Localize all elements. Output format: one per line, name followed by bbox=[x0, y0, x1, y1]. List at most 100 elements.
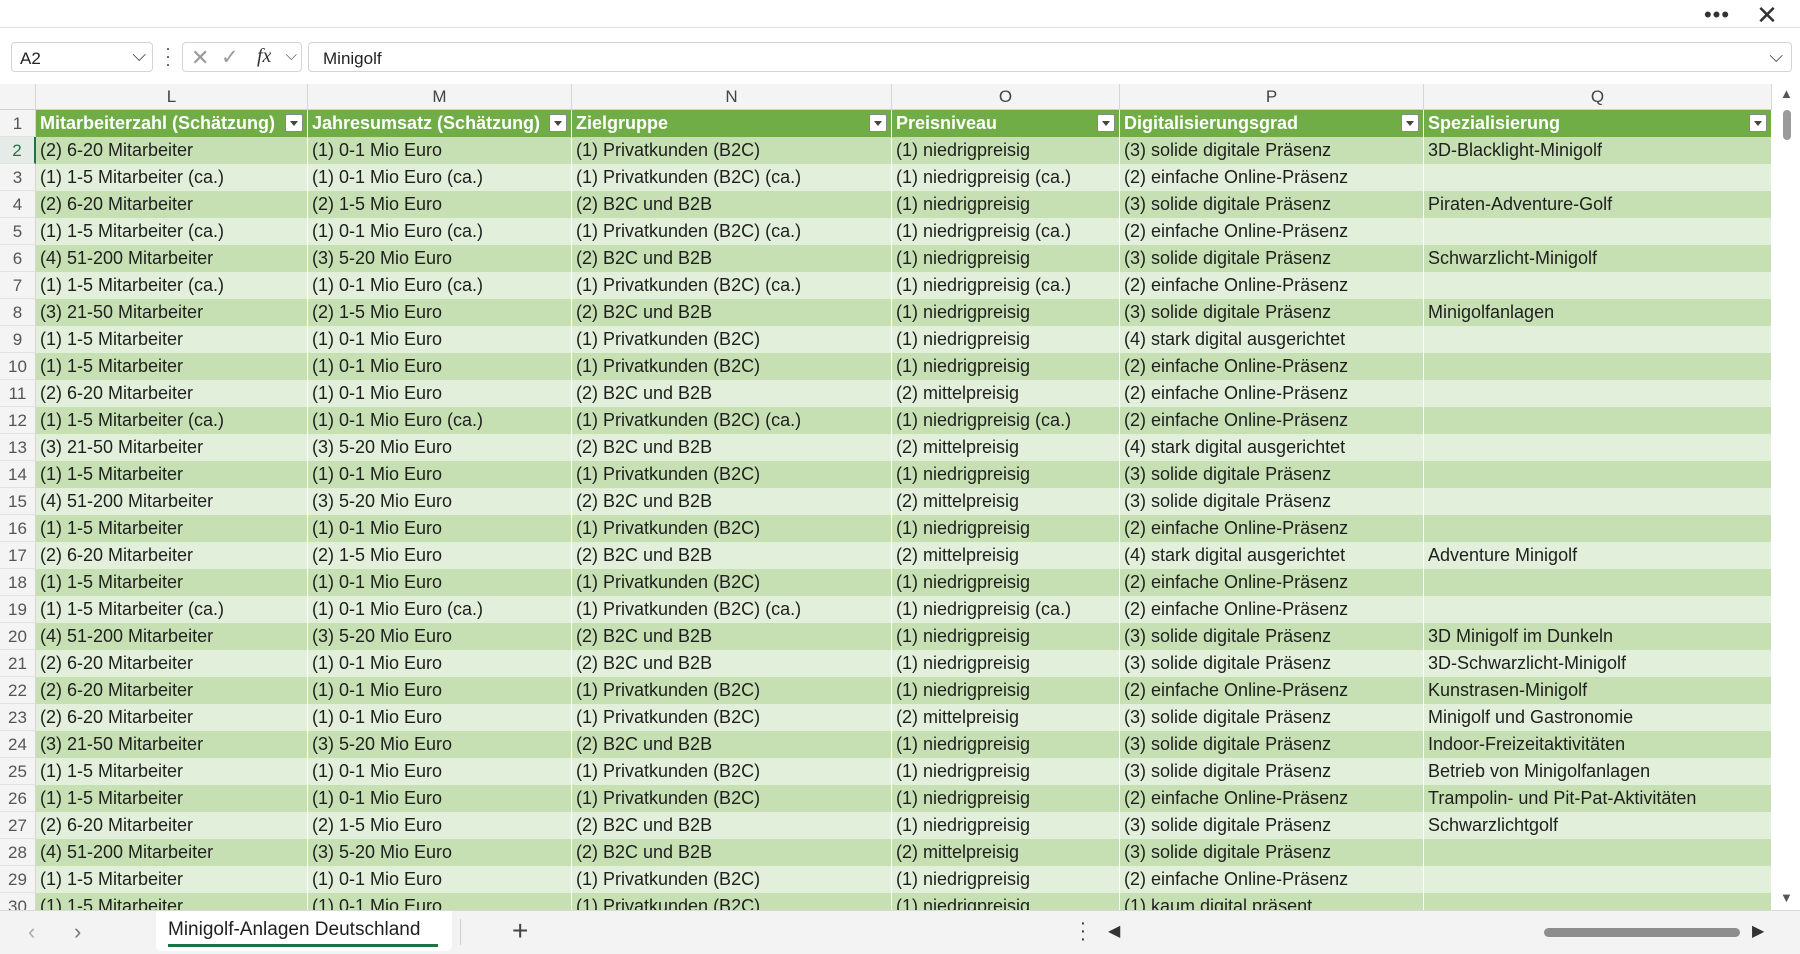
table-cell[interactable]: Minigolf und Gastronomie bbox=[1424, 704, 1772, 731]
table-cell[interactable]: (1) 0-1 Mio Euro bbox=[308, 785, 572, 812]
table-cell[interactable]: (2) B2C und B2B bbox=[572, 380, 892, 407]
formula-input[interactable]: Minigolf ⌵ bbox=[308, 42, 1792, 72]
column-title[interactable]: Preisniveau bbox=[892, 110, 1120, 137]
filter-dropdown-icon[interactable] bbox=[1401, 114, 1419, 132]
table-cell[interactable]: (1) 0-1 Mio Euro bbox=[308, 866, 572, 893]
row-header[interactable]: 22 bbox=[0, 677, 36, 704]
column-header-p[interactable]: P bbox=[1120, 84, 1424, 110]
filter-dropdown-icon[interactable] bbox=[869, 114, 887, 132]
table-cell[interactable]: (1) niedrigpreisig (ca.) bbox=[892, 407, 1120, 434]
row-header[interactable]: 1 bbox=[0, 110, 36, 137]
table-cell[interactable]: (4) 51-200 Mitarbeiter bbox=[36, 488, 308, 515]
scroll-right-icon[interactable]: ▶ bbox=[1752, 921, 1764, 941]
row-header[interactable]: 25 bbox=[0, 758, 36, 785]
table-cell[interactable]: (1) 0-1 Mio Euro (ca.) bbox=[308, 596, 572, 623]
filter-dropdown-icon[interactable] bbox=[549, 114, 567, 132]
table-cell[interactable]: (2) mittelpreisig bbox=[892, 380, 1120, 407]
table-cell[interactable]: 3D Minigolf im Dunkeln bbox=[1424, 623, 1772, 650]
table-cell[interactable]: (1) Privatkunden (B2C) bbox=[572, 677, 892, 704]
table-cell[interactable]: Betrieb von Minigolfanlagen bbox=[1424, 758, 1772, 785]
table-cell[interactable]: (3) solide digitale Präsenz bbox=[1120, 488, 1424, 515]
table-cell[interactable]: (1) Privatkunden (B2C) bbox=[572, 353, 892, 380]
table-cell[interactable]: (2) einfache Online-Präsenz bbox=[1120, 407, 1424, 434]
table-cell[interactable]: (3) 5-20 Mio Euro bbox=[308, 731, 572, 758]
table-cell[interactable]: (2) einfache Online-Präsenz bbox=[1120, 353, 1424, 380]
row-header[interactable]: 4 bbox=[0, 191, 36, 218]
table-cell[interactable]: Minigolfanlagen bbox=[1424, 299, 1772, 326]
table-cell[interactable]: (1) niedrigpreisig bbox=[892, 245, 1120, 272]
table-cell[interactable]: (1) 0-1 Mio Euro bbox=[308, 461, 572, 488]
table-cell[interactable]: (1) 0-1 Mio Euro bbox=[308, 515, 572, 542]
table-cell[interactable]: (3) solide digitale Präsenz bbox=[1120, 191, 1424, 218]
table-cell[interactable]: Piraten-Adventure-Golf bbox=[1424, 191, 1772, 218]
row-header[interactable]: 16 bbox=[0, 515, 36, 542]
table-cell[interactable]: (2) 6-20 Mitarbeiter bbox=[36, 542, 308, 569]
insert-function-icon[interactable]: fx bbox=[257, 45, 271, 68]
table-cell[interactable]: 3D-Schwarzlicht-Minigolf bbox=[1424, 650, 1772, 677]
table-cell[interactable]: (2) 6-20 Mitarbeiter bbox=[36, 704, 308, 731]
row-header[interactable]: 28 bbox=[0, 839, 36, 866]
table-cell[interactable]: (1) 1-5 Mitarbeiter bbox=[36, 758, 308, 785]
row-header[interactable]: 15 bbox=[0, 488, 36, 515]
row-header[interactable]: 19 bbox=[0, 596, 36, 623]
table-cell[interactable]: (2) 6-20 Mitarbeiter bbox=[36, 812, 308, 839]
table-cell[interactable]: (1) Privatkunden (B2C) bbox=[572, 866, 892, 893]
table-cell[interactable]: (2) 6-20 Mitarbeiter bbox=[36, 137, 308, 164]
table-cell[interactable]: (3) solide digitale Präsenz bbox=[1120, 299, 1424, 326]
row-header[interactable]: 27 bbox=[0, 812, 36, 839]
table-cell[interactable] bbox=[1424, 839, 1772, 866]
table-cell[interactable]: (1) niedrigpreisig bbox=[892, 569, 1120, 596]
row-header[interactable]: 7 bbox=[0, 272, 36, 299]
row-header[interactable]: 9 bbox=[0, 326, 36, 353]
scroll-up-icon[interactable]: ▲ bbox=[1780, 86, 1793, 101]
column-title[interactable]: Jahresumsatz (Schätzung) bbox=[308, 110, 572, 137]
row-header[interactable]: 8 bbox=[0, 299, 36, 326]
table-cell[interactable]: (2) 1-5 Mio Euro bbox=[308, 542, 572, 569]
table-cell[interactable]: (2) B2C und B2B bbox=[572, 191, 892, 218]
table-cell[interactable]: (2) einfache Online-Präsenz bbox=[1120, 677, 1424, 704]
row-header[interactable]: 14 bbox=[0, 461, 36, 488]
row-header[interactable]: 11 bbox=[0, 380, 36, 407]
table-cell[interactable]: (2) einfache Online-Präsenz bbox=[1120, 515, 1424, 542]
table-cell[interactable]: (2) einfache Online-Präsenz bbox=[1120, 380, 1424, 407]
scroll-left-icon[interactable]: ◀ bbox=[1108, 921, 1120, 941]
table-cell[interactable]: (1) niedrigpreisig (ca.) bbox=[892, 164, 1120, 191]
table-cell[interactable]: (1) niedrigpreisig bbox=[892, 137, 1120, 164]
table-cell[interactable]: (4) stark digital ausgerichtet bbox=[1120, 326, 1424, 353]
horizontal-scrollbar[interactable]: ◀ ▶ bbox=[1108, 917, 1768, 945]
row-header[interactable]: 5 bbox=[0, 218, 36, 245]
table-cell[interactable] bbox=[1424, 596, 1772, 623]
table-cell[interactable]: (2) 6-20 Mitarbeiter bbox=[36, 380, 308, 407]
table-cell[interactable]: (3) 5-20 Mio Euro bbox=[308, 434, 572, 461]
table-cell[interactable]: (1) niedrigpreisig (ca.) bbox=[892, 272, 1120, 299]
table-cell[interactable]: (2) 1-5 Mio Euro bbox=[308, 191, 572, 218]
table-cell[interactable]: (3) 5-20 Mio Euro bbox=[308, 245, 572, 272]
scroll-down-icon[interactable]: ▼ bbox=[1780, 890, 1793, 905]
table-cell[interactable]: (1) niedrigpreisig bbox=[892, 623, 1120, 650]
table-cell[interactable]: (1) Privatkunden (B2C) (ca.) bbox=[572, 272, 892, 299]
table-cell[interactable]: (1) Privatkunden (B2C) bbox=[572, 758, 892, 785]
table-cell[interactable]: (2) B2C und B2B bbox=[572, 623, 892, 650]
vertical-scrollbar[interactable]: ▲ ▼ bbox=[1774, 84, 1800, 910]
table-cell[interactable]: (2) mittelpreisig bbox=[892, 839, 1120, 866]
column-title[interactable]: Mitarbeiterzahl (Schätzung) bbox=[36, 110, 308, 137]
table-cell[interactable]: (1) Privatkunden (B2C) bbox=[572, 461, 892, 488]
table-cell[interactable]: (1) 0-1 Mio Euro (ca.) bbox=[308, 407, 572, 434]
table-cell[interactable]: (1) Privatkunden (B2C) (ca.) bbox=[572, 218, 892, 245]
table-cell[interactable]: (3) solide digitale Präsenz bbox=[1120, 704, 1424, 731]
table-cell[interactable]: (1) niedrigpreisig bbox=[892, 299, 1120, 326]
table-cell[interactable]: (2) einfache Online-Präsenz bbox=[1120, 272, 1424, 299]
column-header-q[interactable]: Q bbox=[1424, 84, 1772, 110]
table-cell[interactable]: (2) B2C und B2B bbox=[572, 542, 892, 569]
table-cell[interactable]: (4) stark digital ausgerichtet bbox=[1120, 434, 1424, 461]
table-cell[interactable] bbox=[1424, 164, 1772, 191]
row-header[interactable]: 24 bbox=[0, 731, 36, 758]
table-cell[interactable]: Schwarzlicht-Minigolf bbox=[1424, 245, 1772, 272]
row-header[interactable]: 17 bbox=[0, 542, 36, 569]
table-cell[interactable]: (3) 5-20 Mio Euro bbox=[308, 488, 572, 515]
table-cell[interactable]: (1) Privatkunden (B2C) bbox=[572, 326, 892, 353]
table-cell[interactable]: (2) B2C und B2B bbox=[572, 812, 892, 839]
cancel-icon[interactable]: ✕ bbox=[191, 45, 209, 71]
table-cell[interactable]: (2) B2C und B2B bbox=[572, 731, 892, 758]
chevron-right-icon[interactable]: › bbox=[74, 919, 81, 945]
